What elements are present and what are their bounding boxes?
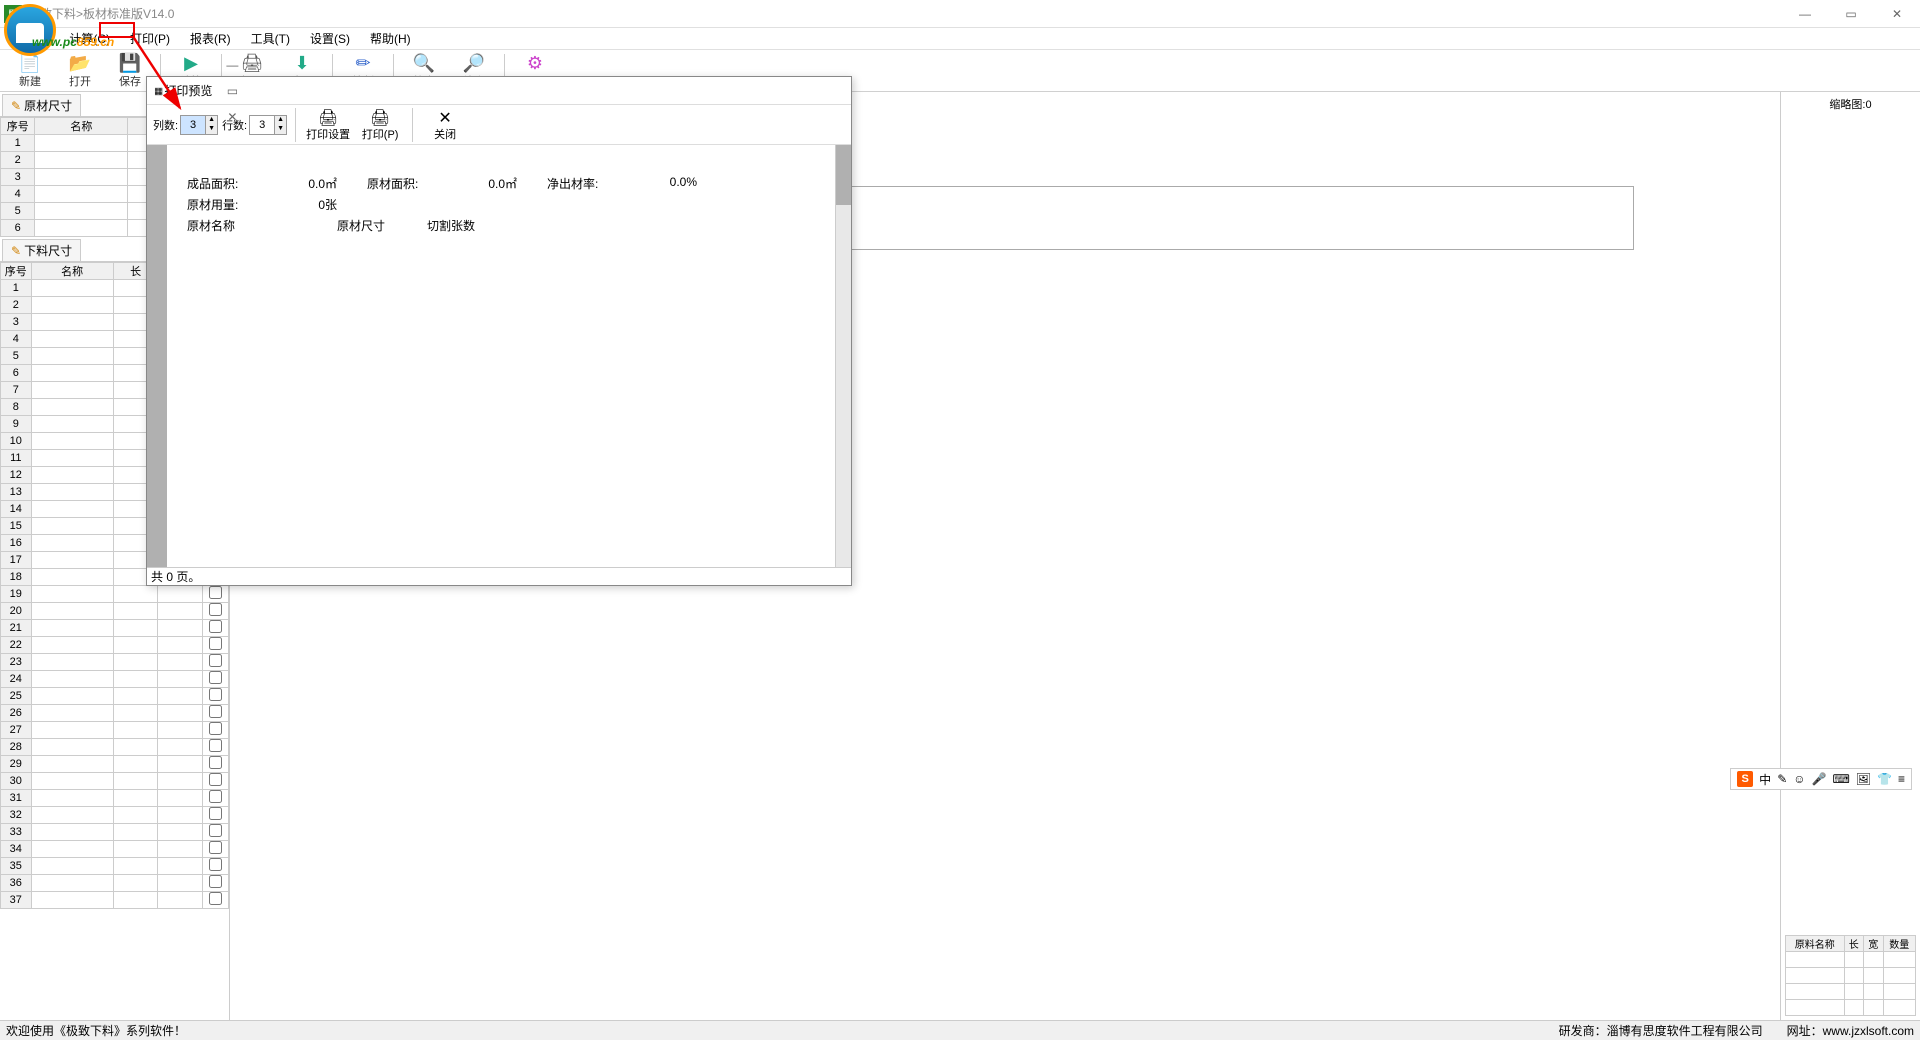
print-preview-dialog: ▦ 打印预览 — ▭ ✕ 列数: ▲▼ 行数: ▲▼ 🖨打印设置 🖨打印(P) … <box>146 76 852 586</box>
menu-report[interactable]: 报表(R) <box>186 28 235 49</box>
preview-page: 成品面积:0.0㎡ 原材面积:0.0㎡ 净出材率:0.0% 原材用量:0张 原材… <box>167 145 835 567</box>
table-row[interactable]: 27 <box>1 722 229 739</box>
dialog-icon: ▦ <box>154 85 163 96</box>
ime-punct-icon[interactable]: ✎ <box>1777 772 1787 786</box>
thumbnail-label: 缩略图:0 <box>1785 96 1916 112</box>
printer-icon: 🖨 <box>370 108 390 126</box>
chevron-up-icon[interactable]: ▲ <box>274 116 286 125</box>
table-row[interactable]: 24 <box>1 671 229 688</box>
status-right: 研发商：淄博有思度软件工程有限公司 网址：www.jzxlsoft.com <box>1559 1022 1914 1039</box>
table-row[interactable]: 29 <box>1 756 229 773</box>
table-row[interactable]: 26 <box>1 705 229 722</box>
app-icon: ▦ <box>4 5 22 23</box>
table-row[interactable]: 31 <box>1 790 229 807</box>
ime-menu-icon[interactable]: ≡ <box>1898 772 1905 786</box>
app-title: 极致下料>板材标准版V14.0 <box>28 5 174 22</box>
rows-spinner[interactable]: ▲▼ <box>249 115 287 135</box>
tab-raw-size[interactable]: ✎原材尺寸 <box>2 94 81 116</box>
ime-toolbar[interactable]: S 中 ✎ ☺ 🎤 ⌨ 🖼 👕 ≡ <box>1730 768 1912 790</box>
close-button[interactable]: ✕ <box>1874 0 1920 28</box>
dialog-body: 成品面积:0.0㎡ 原材面积:0.0㎡ 净出材率:0.0% 原材用量:0张 原材… <box>147 145 851 567</box>
page-gutter-left <box>147 145 167 567</box>
table-row[interactable]: 32 <box>1 807 229 824</box>
table-row[interactable]: 36 <box>1 875 229 892</box>
printer-icon: 🖨 <box>318 108 338 126</box>
ime-lang[interactable]: 中 <box>1759 771 1771 788</box>
highlight-box <box>99 22 135 38</box>
dialog-scrollbar[interactable] <box>835 145 851 567</box>
ime-tshirt-icon[interactable]: 👕 <box>1877 772 1892 786</box>
menu-help[interactable]: 帮助(H) <box>366 28 415 49</box>
toolbar-新建[interactable]: 📄新建 <box>6 51 54 91</box>
sogou-icon[interactable]: S <box>1737 771 1753 787</box>
menu-settings[interactable]: 设置(S) <box>306 28 354 49</box>
table-row[interactable]: 33 <box>1 824 229 841</box>
table-row[interactable]: 35 <box>1 858 229 875</box>
dialog-status: 共 0 页。 <box>147 567 851 585</box>
menu-bar: 文件(F) 计算(C) 打印(P) 报表(R) 工具(T) 设置(S) 帮助(H… <box>0 28 1920 50</box>
title-bar: ▦ 极致下料>板材标准版V14.0 — ▭ ✕ <box>0 0 1920 28</box>
table-row[interactable]: 37 <box>1 892 229 909</box>
window-controls: — ▭ ✕ <box>1782 0 1920 28</box>
maximize-button[interactable]: ▭ <box>1828 0 1874 28</box>
ime-emoji-icon[interactable]: ☺ <box>1793 772 1805 786</box>
chevron-down-icon[interactable]: ▼ <box>205 125 217 134</box>
table-row[interactable]: 28 <box>1 739 229 756</box>
ime-skin-icon[interactable]: 🖼 <box>1856 772 1871 786</box>
status-bar: 欢迎使用《极致下料》系列软件！ 研发商：淄博有思度软件工程有限公司 网址：www… <box>0 1020 1920 1040</box>
toolbar-打开[interactable]: 📂打开 <box>56 51 104 91</box>
table-row[interactable]: 21 <box>1 620 229 637</box>
menu-file[interactable]: 文件(F) <box>6 28 53 49</box>
table-row[interactable]: 25 <box>1 688 229 705</box>
dialog-title: 打印预览 <box>164 82 212 99</box>
table-row[interactable]: 23 <box>1 654 229 671</box>
dialog-minimize-button[interactable]: — <box>212 52 252 78</box>
status-left: 欢迎使用《极致下料》系列软件！ <box>6 1022 186 1039</box>
tab-cut-size[interactable]: ✎下料尺寸 <box>2 239 81 261</box>
dialog-toolbar: 列数: ▲▼ 行数: ▲▼ 🖨打印设置 🖨打印(P) ✕关闭 <box>147 105 851 145</box>
pen-icon: ✎ <box>11 99 21 113</box>
close-preview-button[interactable]: ✕关闭 <box>421 108 469 142</box>
cols-input[interactable] <box>181 116 205 134</box>
chevron-up-icon[interactable]: ▲ <box>205 116 217 125</box>
menu-tools[interactable]: 工具(T) <box>247 28 294 49</box>
table-row[interactable]: 30 <box>1 773 229 790</box>
pen-icon: ✎ <box>11 244 21 258</box>
dialog-maximize-button[interactable]: ▭ <box>212 78 252 104</box>
chevron-down-icon[interactable]: ▼ <box>274 125 286 134</box>
table-row[interactable]: 19 <box>1 586 229 603</box>
table-row[interactable]: 34 <box>1 841 229 858</box>
table-row[interactable]: 20 <box>1 603 229 620</box>
right-panel: 缩略图:0 原料名称 长 宽 数量 <box>1780 92 1920 1020</box>
close-icon: ✕ <box>438 108 451 126</box>
material-summary-grid[interactable]: 原料名称 长 宽 数量 <box>1785 935 1916 1016</box>
cols-spinner[interactable]: ▲▼ <box>180 115 218 135</box>
ime-voice-icon[interactable]: 🎤 <box>1812 772 1827 786</box>
ime-keyboard-icon[interactable]: ⌨ <box>1832 772 1849 786</box>
dialog-titlebar: ▦ 打印预览 — ▭ ✕ <box>147 77 851 105</box>
cols-label: 列数: <box>153 117 178 133</box>
rows-input[interactable] <box>250 116 274 134</box>
rows-label: 行数: <box>222 117 247 133</box>
minimize-button[interactable]: — <box>1782 0 1828 28</box>
print-button[interactable]: 🖨打印(P) <box>356 108 404 142</box>
print-settings-button[interactable]: 🖨打印设置 <box>304 108 352 142</box>
table-row[interactable]: 22 <box>1 637 229 654</box>
